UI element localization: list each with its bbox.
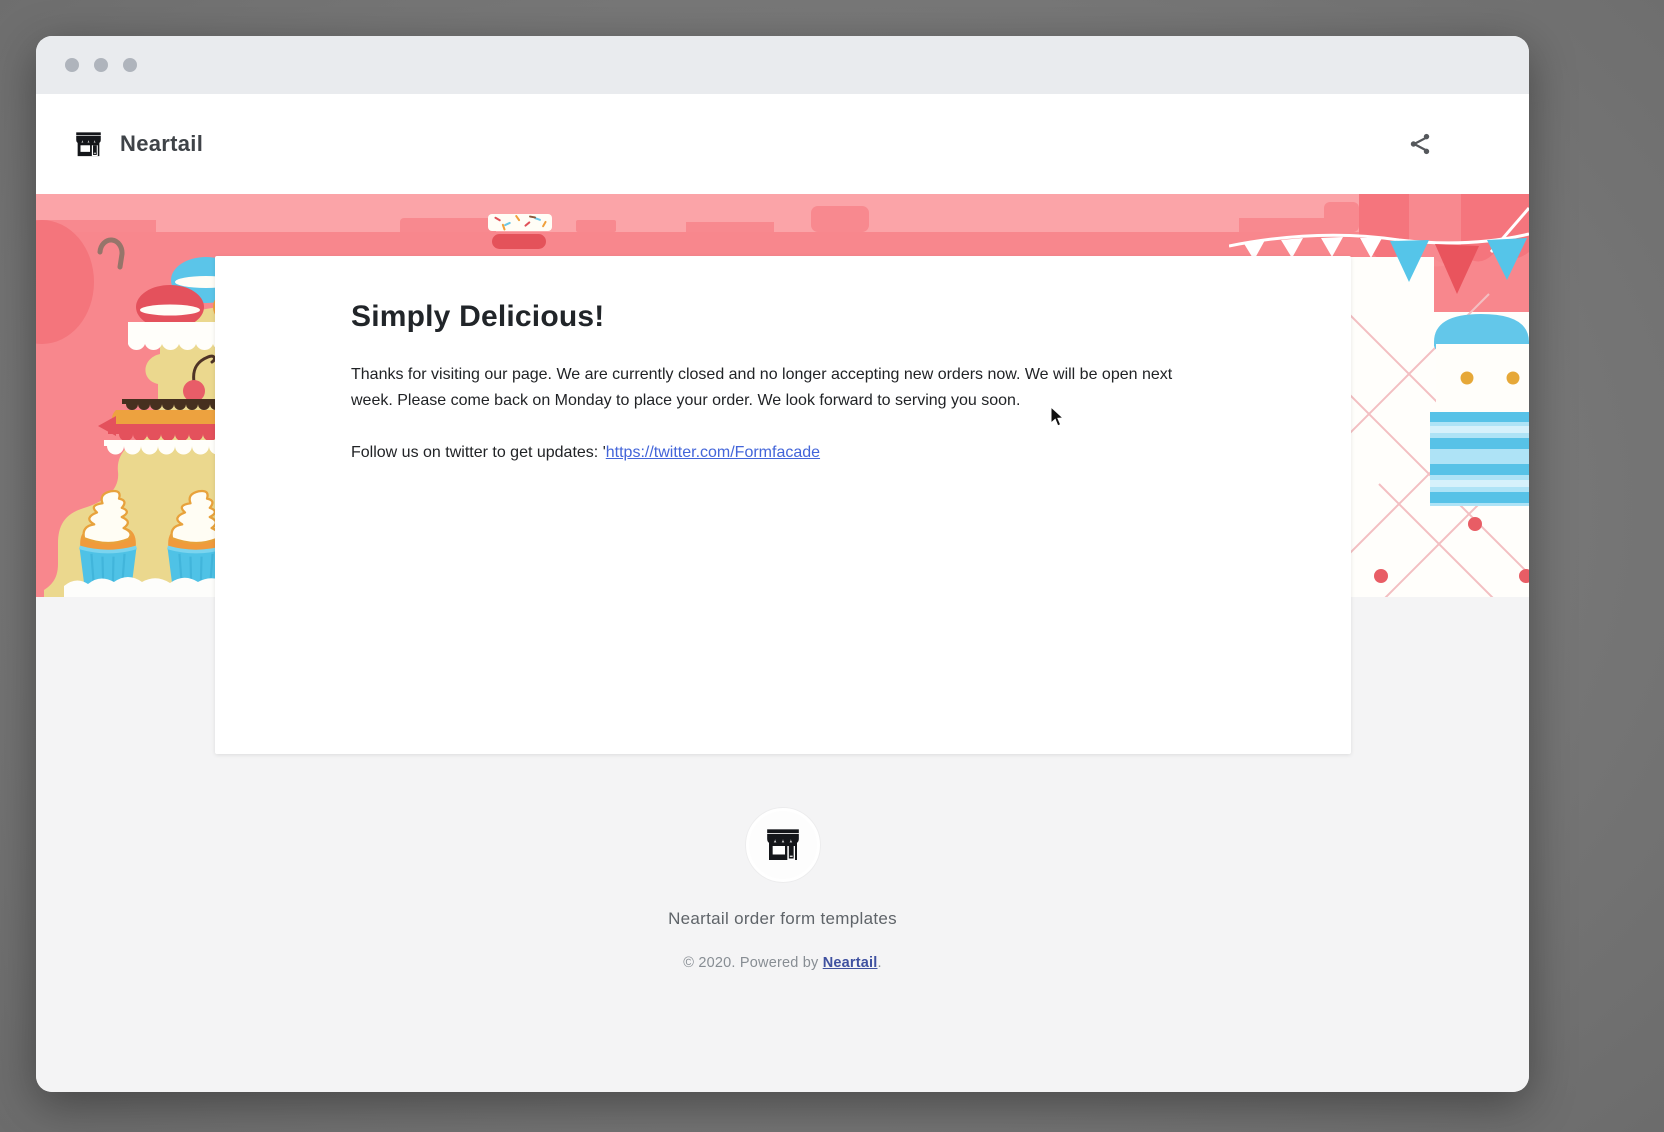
window-control-dot[interactable] — [94, 58, 108, 72]
storefront-icon — [763, 825, 803, 865]
avatar — [746, 808, 820, 882]
page-content: Simply Delicious! Thanks for visiting ou… — [36, 194, 1529, 1092]
storefront-icon — [73, 129, 104, 160]
footer-copyright: © 2020. Powered by Neartail. — [683, 955, 881, 971]
follow-line: Follow us on twitter to get updates: 'ht… — [351, 440, 1201, 466]
share-button[interactable] — [1400, 124, 1440, 164]
status-card: Simply Delicious! Thanks for visiting ou… — [215, 256, 1351, 754]
share-icon — [1407, 131, 1433, 157]
page-title: Neartail — [120, 131, 203, 157]
card-body-text: Thanks for visiting our page. We are cur… — [351, 362, 1201, 414]
card-title: Simply Delicious! — [351, 300, 1201, 334]
window-control-dot[interactable] — [65, 58, 79, 72]
page-header: Neartail — [36, 94, 1529, 194]
sprinkle-cake-illustration — [488, 214, 552, 249]
footer-tagline: Neartail order form templates — [668, 909, 897, 929]
twitter-link[interactable]: https://twitter.com/Formfacade — [606, 444, 820, 461]
browser-window: Neartail — [36, 36, 1529, 1092]
window-control-dot[interactable] — [123, 58, 137, 72]
window-titlebar — [36, 36, 1529, 94]
brand: Neartail — [73, 129, 203, 160]
neartail-link[interactable]: Neartail — [823, 955, 878, 971]
